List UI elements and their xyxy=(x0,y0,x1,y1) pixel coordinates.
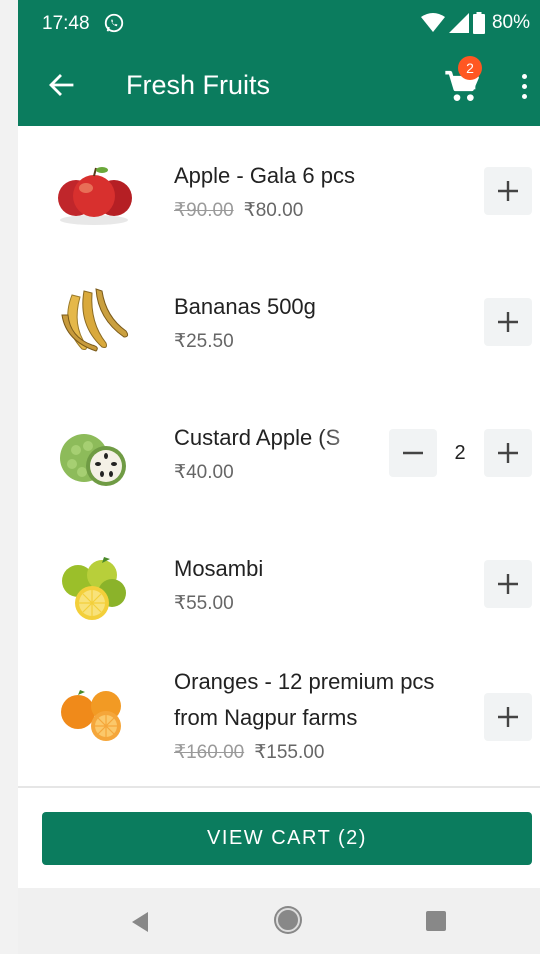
add-button[interactable] xyxy=(484,560,532,608)
product-name: Mosambi xyxy=(174,556,264,581)
bottom-bar: VIEW CART (2) xyxy=(18,788,540,888)
system-icons: 80% xyxy=(420,11,530,35)
increase-quantity-button[interactable] xyxy=(484,429,532,477)
system-nav-bar xyxy=(18,888,540,954)
banana-image xyxy=(61,288,129,352)
sale-price: ₹25.50 xyxy=(174,331,234,352)
add-button[interactable] xyxy=(484,693,532,741)
sale-price: ₹40.00 xyxy=(174,462,234,483)
status-bar: 17:48 80% xyxy=(18,0,540,46)
plus-icon xyxy=(498,707,518,727)
product-row: Mosambi ₹55.00 xyxy=(18,519,540,650)
sale-price: ₹80.00 xyxy=(243,200,304,221)
status-time: 17:48 xyxy=(42,13,90,34)
add-button[interactable] xyxy=(484,167,532,215)
battery-percent: 80% xyxy=(491,12,530,33)
back-button[interactable] xyxy=(44,68,78,102)
wifi-icon xyxy=(420,13,445,32)
nav-recents-icon[interactable] xyxy=(426,911,446,931)
whatsapp-icon xyxy=(104,13,124,33)
product-price: ₹55.00 xyxy=(174,592,234,615)
plus-icon xyxy=(498,443,518,463)
product-row: Apple - Gala 6 pcs ₹90.00 ₹80.00 xyxy=(18,126,540,257)
sale-price: ₹155.00 xyxy=(254,742,325,763)
nav-home-icon[interactable] xyxy=(276,908,300,932)
app-bar: 17:48 80% Fresh Fruits 2 xyxy=(18,0,540,126)
quantity-value: 2 xyxy=(454,442,466,464)
plus-icon xyxy=(498,312,518,332)
battery-icon xyxy=(472,12,485,34)
product-price: ₹25.50 xyxy=(174,330,234,353)
apple-image xyxy=(58,167,132,225)
arrow-left-icon xyxy=(49,74,74,96)
page-title: Fresh Fruits xyxy=(126,70,271,100)
toolbar: Fresh Fruits 2 xyxy=(18,46,540,126)
product-row: Custard Apple (S ₹40.00 2 xyxy=(18,388,540,519)
cart-count-badge: 2 xyxy=(458,56,482,80)
original-price: ₹160.00 xyxy=(174,742,245,763)
product-name-line-2: from Nagpur farms xyxy=(174,705,358,730)
product-name-line-1: Oranges - 12 premium pcs xyxy=(174,669,435,694)
custard-apple-image xyxy=(60,434,126,486)
view-cart-button[interactable]: VIEW CART (2) xyxy=(42,812,532,865)
product-price: ₹40.00 xyxy=(174,461,234,484)
orange-image xyxy=(61,690,121,741)
nav-back-icon[interactable] xyxy=(130,911,150,933)
product-price: ₹160.00 ₹155.00 xyxy=(174,741,324,764)
plus-icon xyxy=(498,181,518,201)
app-screen: 17:48 80% Fresh Fruits 2 Apple - Gala 6 … xyxy=(18,0,540,954)
decrease-quantity-button[interactable] xyxy=(389,429,437,477)
product-list: Apple - Gala 6 pcs ₹90.00 ₹80.00 Bananas … xyxy=(18,126,540,786)
plus-icon xyxy=(498,574,518,594)
more-options-icon[interactable] xyxy=(512,68,536,104)
name-fade xyxy=(318,424,378,454)
signal-icon xyxy=(448,13,469,33)
product-name: Bananas 500g xyxy=(174,294,316,319)
product-price: ₹90.00 ₹80.00 xyxy=(174,199,303,222)
mosambi-image xyxy=(62,557,126,620)
original-price: ₹90.00 xyxy=(174,200,234,221)
product-name: Apple - Gala 6 pcs xyxy=(174,163,355,188)
product-row: Oranges - 12 premium pcs from Nagpur far… xyxy=(18,650,540,786)
sale-price: ₹55.00 xyxy=(174,593,234,614)
minus-icon xyxy=(403,451,423,455)
add-button[interactable] xyxy=(484,298,532,346)
product-row: Bananas 500g ₹25.50 xyxy=(18,257,540,388)
